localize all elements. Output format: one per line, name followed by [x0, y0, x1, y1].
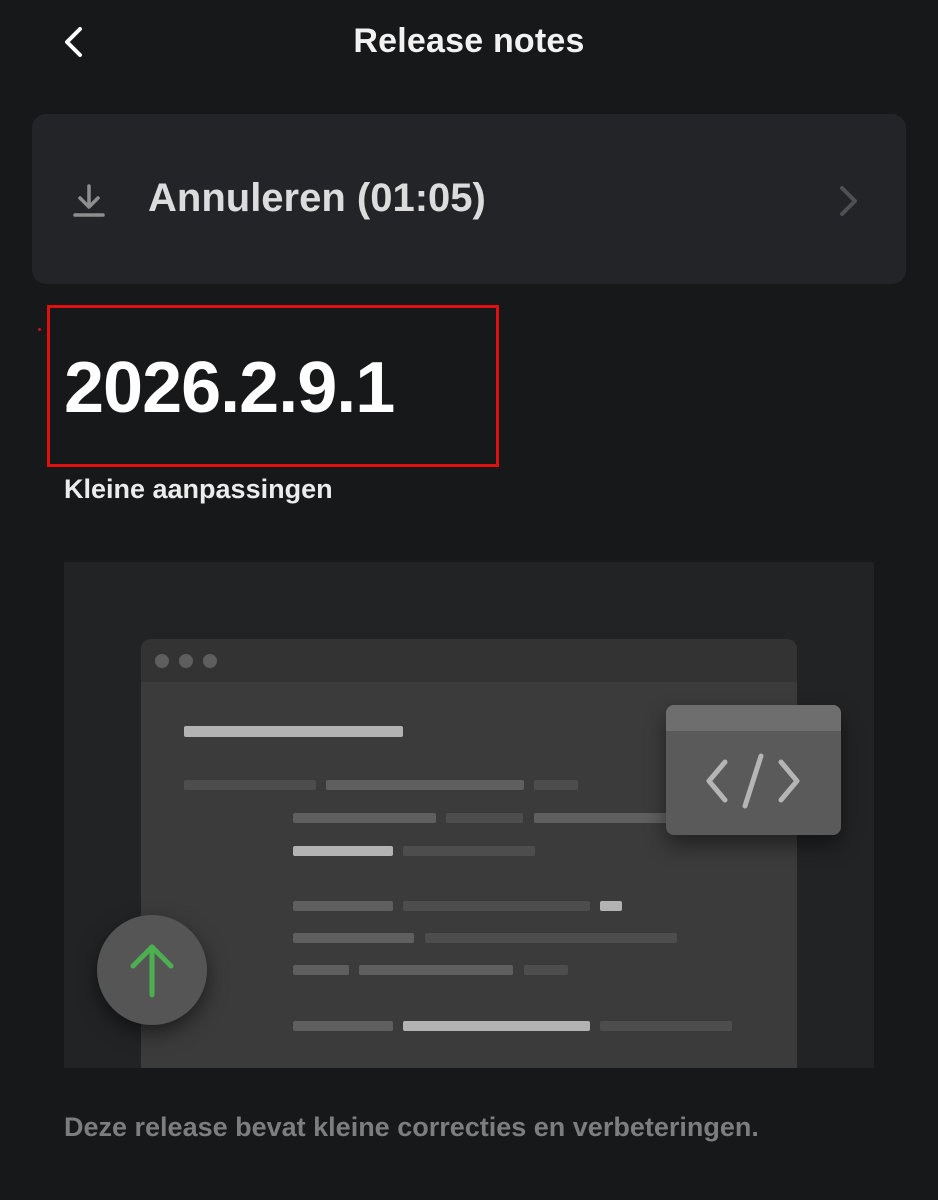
release-description: Deze release bevat kleine correcties en … [64, 1112, 759, 1142]
placeholder-line [524, 965, 568, 975]
code-card [666, 705, 841, 835]
release-illustration [64, 562, 874, 1068]
placeholder-line [600, 901, 622, 911]
placeholder-line [403, 1021, 590, 1031]
window-dot [179, 654, 193, 668]
placeholder-line [293, 965, 349, 975]
version-number: 2026.2.9.1 [64, 348, 395, 428]
window-titlebar [141, 639, 797, 682]
placeholder-line [403, 901, 590, 911]
placeholder-line [293, 813, 436, 823]
placeholder-line [425, 933, 677, 943]
code-brackets-icon [706, 753, 800, 809]
placeholder-line [534, 780, 578, 790]
chevron-right-icon [840, 186, 857, 216]
code-card-titlebar [666, 705, 841, 731]
placeholder-line [403, 846, 535, 856]
download-cancel-label[interactable]: Annuleren (01:05) [148, 176, 486, 221]
annotation-dot [38, 328, 41, 331]
placeholder-line [293, 933, 414, 943]
placeholder-line [293, 901, 393, 911]
placeholder-line [446, 813, 523, 823]
window-dot [203, 654, 217, 668]
placeholder-line [184, 726, 403, 737]
placeholder-line [293, 1021, 393, 1031]
placeholder-line [359, 965, 513, 975]
placeholder-line [184, 780, 316, 790]
download-icon [73, 184, 105, 217]
placeholder-line [600, 1021, 732, 1031]
illustration-window [141, 639, 797, 1068]
upload-badge [97, 915, 207, 1025]
page-title: Release notes [353, 22, 585, 60]
placeholder-line [534, 813, 674, 823]
placeholder-line [293, 846, 393, 856]
header-bar: Release notes [0, 0, 938, 92]
release-subtitle: Kleine aanpassingen [64, 474, 333, 504]
placeholder-line [326, 780, 524, 790]
window-dot [155, 654, 169, 668]
arrow-up-icon [130, 944, 174, 998]
